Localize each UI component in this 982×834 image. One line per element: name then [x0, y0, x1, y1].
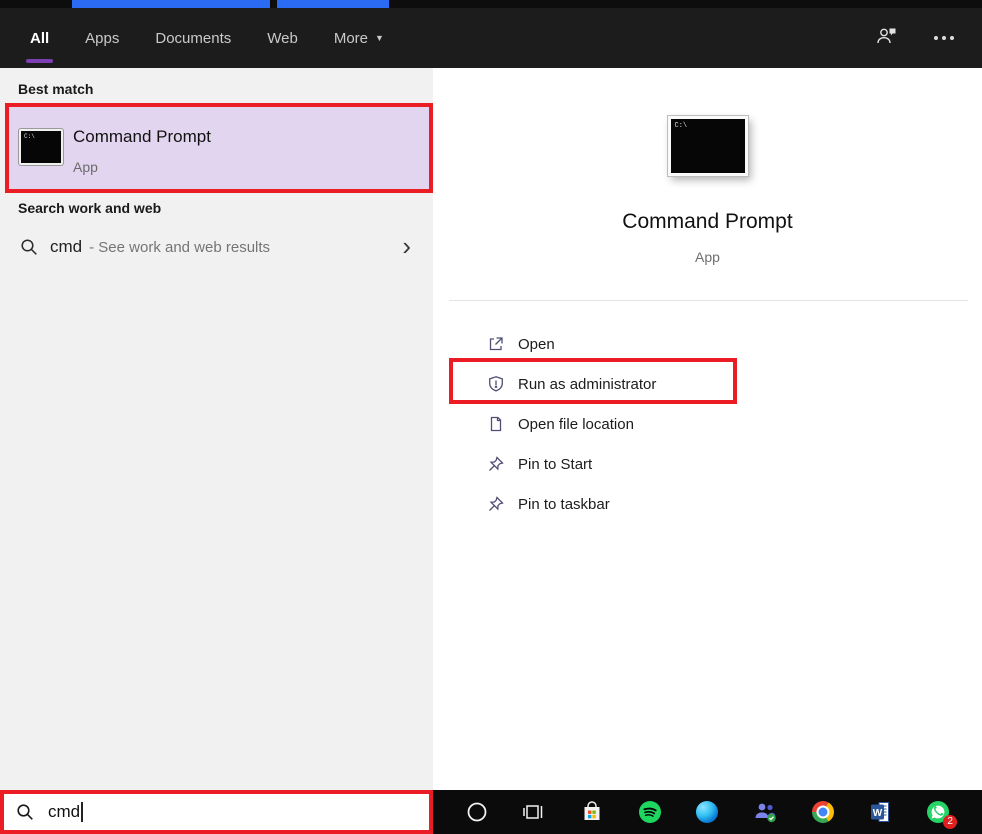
teams-icon[interactable] — [751, 798, 779, 826]
spotify-icon[interactable] — [636, 798, 664, 826]
chrome-icon[interactable] — [809, 798, 837, 826]
action-list: Open Run as administrator Open file loca… — [433, 324, 982, 524]
background-window-strip-segment — [72, 0, 270, 8]
taskbar: W 2 — [433, 790, 982, 834]
taskbar-area: cmd — [0, 790, 982, 834]
svg-text:W: W — [872, 808, 882, 819]
best-match-heading: Best match — [18, 81, 93, 97]
tab-documents-label: Documents — [155, 30, 231, 47]
web-search-result[interactable]: cmd - See work and web results › — [0, 224, 433, 270]
search-icon — [16, 803, 34, 821]
tab-all-label: All — [30, 30, 49, 47]
tab-web-label: Web — [267, 30, 298, 47]
search-results-panel: Best match C:\ Command Prompt App Search… — [0, 68, 433, 790]
search-icon — [20, 238, 38, 256]
feedback-icon[interactable] — [876, 26, 898, 51]
cortana-icon[interactable] — [463, 798, 491, 826]
web-result-suffix: - See work and web results — [89, 239, 270, 256]
tab-apps-label: Apps — [85, 30, 119, 47]
whatsapp-badge: 2 — [943, 815, 957, 829]
task-view-icon[interactable] — [520, 798, 548, 826]
chevron-down-icon: ▼ — [375, 33, 384, 43]
action-pin-to-start-label: Pin to Start — [518, 456, 592, 473]
divider — [449, 300, 968, 301]
action-run-as-administrator-label: Run as administrator — [518, 376, 656, 393]
tab-apps[interactable]: Apps — [85, 8, 119, 68]
search-header: All Apps Documents Web More ▼ — [0, 8, 982, 68]
action-open-file-location-label: Open file location — [518, 416, 634, 433]
header-actions — [876, 26, 954, 51]
best-match-title: Command Prompt — [73, 127, 211, 147]
preview-title: Command Prompt — [433, 210, 982, 234]
windows-search-overlay: All Apps Documents Web More ▼ Best match … — [0, 0, 982, 834]
whatsapp-icon[interactable]: 2 — [924, 798, 952, 826]
tab-documents[interactable]: Documents — [155, 8, 231, 68]
action-open[interactable]: Open — [433, 324, 982, 364]
text-caret — [81, 802, 83, 822]
command-prompt-icon: C:\ — [19, 129, 63, 165]
store-icon[interactable] — [578, 798, 606, 826]
search-input-value: cmd — [48, 802, 80, 822]
action-run-as-administrator[interactable]: Run as administrator — [433, 364, 982, 404]
action-pin-to-taskbar[interactable]: Pin to taskbar — [433, 484, 982, 524]
chevron-right-icon[interactable]: › — [402, 230, 411, 262]
action-pin-to-taskbar-label: Pin to taskbar — [518, 496, 610, 513]
action-pin-to-start[interactable]: Pin to Start — [433, 444, 982, 484]
preview-panel: C:\ Command Prompt App Open Run as admin… — [433, 68, 982, 790]
web-section-heading: Search work and web — [18, 200, 161, 216]
folder-icon — [487, 415, 505, 433]
command-prompt-icon-large: C:\ — [668, 116, 748, 176]
preview-subtitle: App — [433, 249, 982, 265]
action-open-label: Open — [518, 336, 555, 353]
more-options-icon[interactable] — [934, 36, 954, 40]
tab-more[interactable]: More ▼ — [334, 8, 384, 68]
web-result-query: cmd — [50, 237, 82, 257]
pin-icon — [487, 455, 505, 473]
action-open-file-location[interactable]: Open file location — [433, 404, 982, 444]
launch-icon — [487, 335, 505, 353]
search-filter-tabs: All Apps Documents Web More ▼ — [30, 8, 384, 68]
edge-icon[interactable] — [693, 798, 721, 826]
background-window-strip — [0, 0, 982, 8]
word-icon[interactable]: W — [867, 798, 895, 826]
best-match-subtitle: App — [73, 159, 98, 175]
best-match-result[interactable]: C:\ Command Prompt App — [5, 103, 433, 193]
shield-icon — [487, 375, 505, 393]
tab-more-label: More — [334, 30, 368, 47]
tab-all[interactable]: All — [30, 8, 49, 68]
taskbar-search-input[interactable]: cmd — [0, 790, 433, 834]
tab-web[interactable]: Web — [267, 8, 298, 68]
pin-icon — [487, 495, 505, 513]
background-window-strip-segment — [277, 0, 389, 8]
